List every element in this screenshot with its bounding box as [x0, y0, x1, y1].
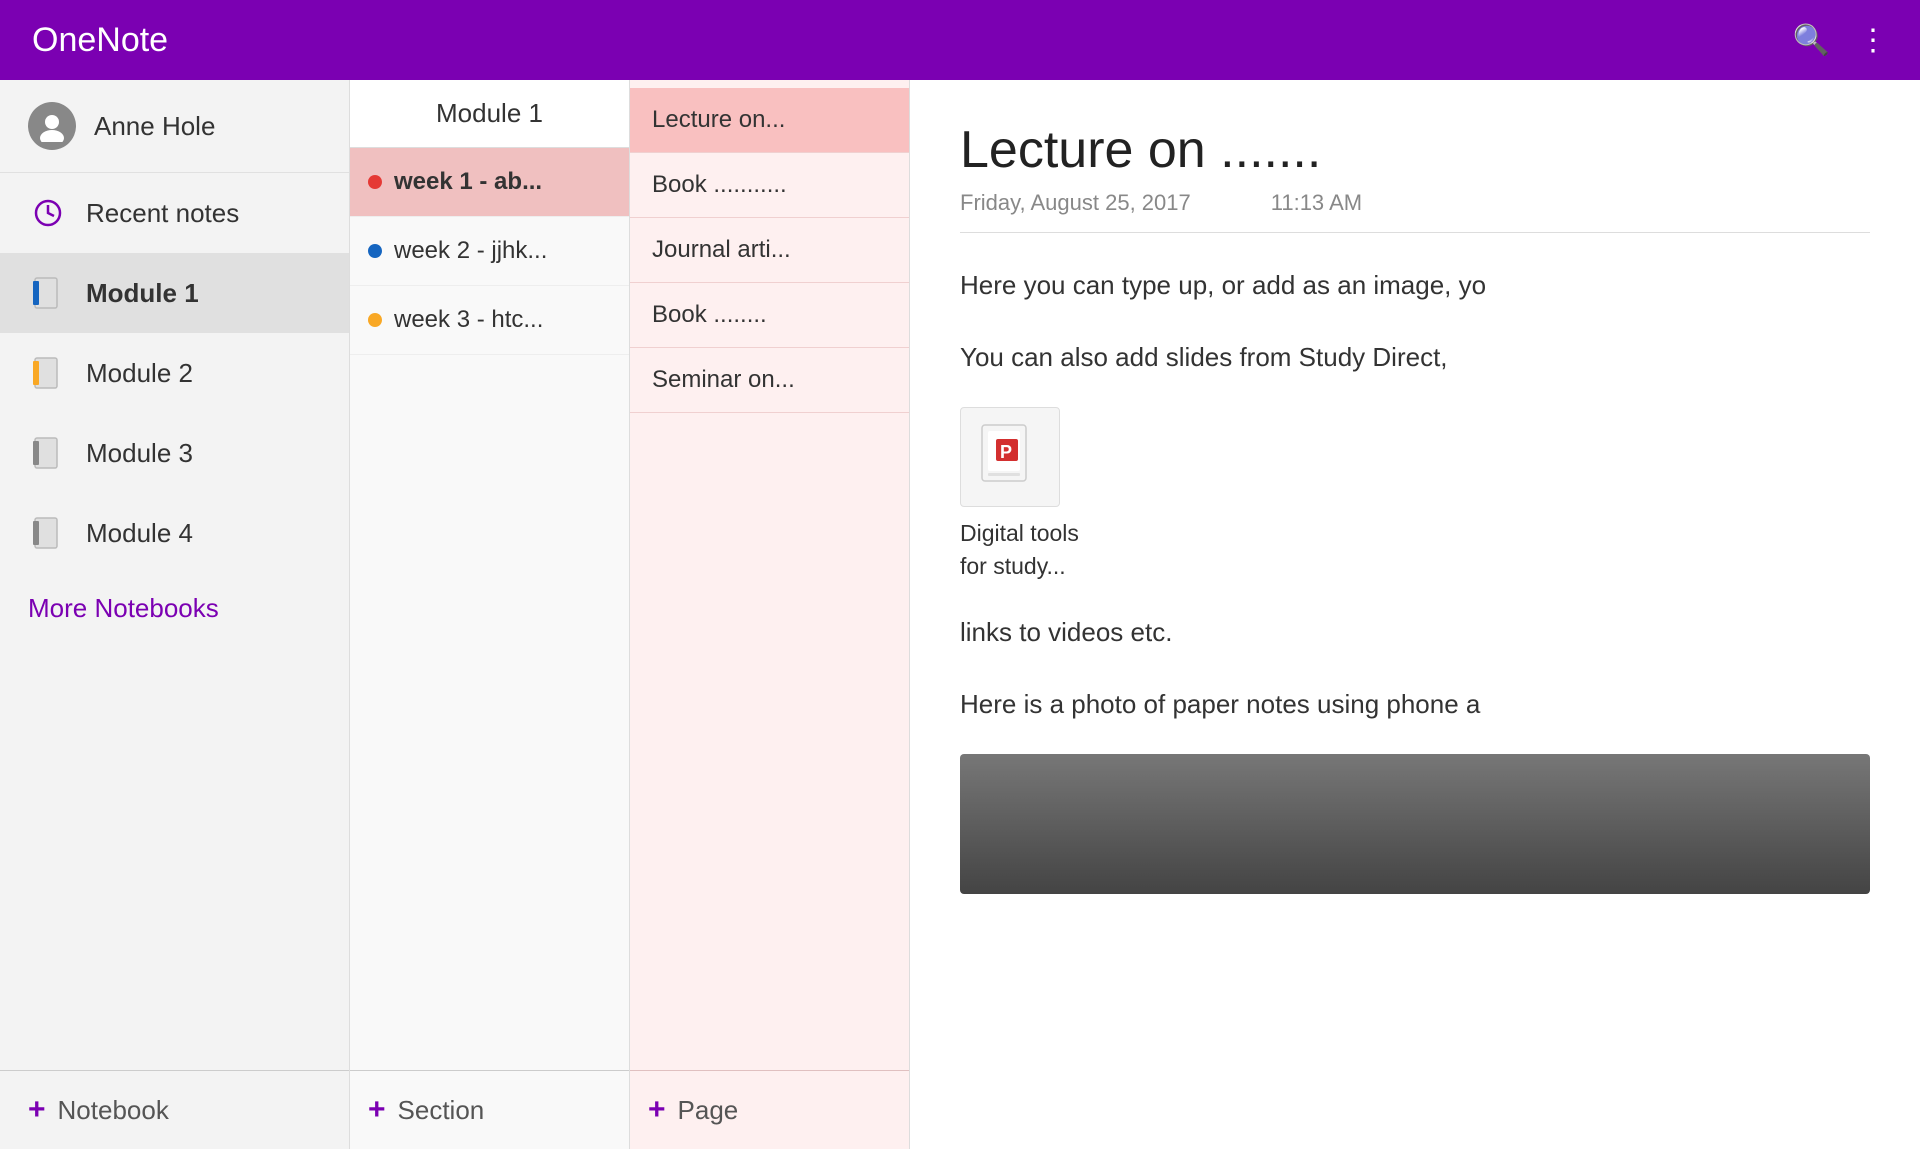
svg-text:P: P: [1000, 442, 1012, 462]
page-label-journal: Journal arti...: [652, 236, 791, 263]
app-title: OneNote: [32, 21, 168, 60]
notebook-icon-module3: [28, 433, 68, 473]
note-meta: Friday, August 25, 2017 11:13 AM: [960, 190, 1870, 233]
page-item-book2[interactable]: Book ........: [630, 283, 909, 348]
sidebar-item-recent-notes[interactable]: Recent notes: [0, 173, 349, 253]
page-item-lecture[interactable]: Lecture on...: [630, 88, 909, 153]
note-paragraph-4: Here is a photo of paper notes using pho…: [960, 682, 1870, 726]
page-label-book1: Book ...........: [652, 171, 787, 198]
top-bar: OneNote 🔍 ⋮: [0, 0, 1920, 80]
recent-notes-label: Recent notes: [86, 198, 239, 229]
user-name: Anne Hole: [94, 111, 215, 142]
note-photo: [960, 754, 1870, 894]
pages-list: Lecture on... Book ........... Journal a…: [630, 80, 909, 1070]
page-item-journal[interactable]: Journal arti...: [630, 218, 909, 283]
search-icon[interactable]: 🔍: [1793, 23, 1830, 58]
section-item-week3[interactable]: week 3 - htc...: [350, 286, 629, 355]
sidebar-content: Anne Hole Recent notes: [0, 80, 349, 1070]
add-notebook-button[interactable]: + Notebook: [0, 1070, 349, 1149]
add-plus-icon: +: [28, 1093, 46, 1127]
section-color-week3: [368, 313, 382, 327]
section-color-week2: [368, 244, 382, 258]
note-paragraph-1: Here you can type up, or add as an image…: [960, 263, 1870, 307]
sections-header: Module 1: [350, 80, 629, 148]
avatar: [28, 102, 76, 150]
add-page-label: Page: [678, 1095, 739, 1126]
topbar-actions: 🔍 ⋮: [1793, 23, 1888, 58]
notebook-icon-module1: [28, 273, 68, 313]
section-label-week3: week 3 - htc...: [394, 306, 543, 334]
note-paragraph-3: links to videos etc.: [960, 610, 1870, 654]
sidebar-label-module4: Module 4: [86, 518, 193, 549]
sections-panel: Module 1 week 1 - ab... week 2 - jjhk...…: [350, 80, 630, 1149]
notebook-icon-module4: [28, 513, 68, 553]
sidebar-label-module1: Module 1: [86, 278, 199, 309]
note-attachment[interactable]: P Digital tools for study...: [960, 407, 1870, 581]
sidebar-label-module2: Module 2: [86, 358, 193, 389]
note-paragraph-2: You can also add slides from Study Direc…: [960, 335, 1870, 379]
note-area: Lecture on ....... Friday, August 25, 20…: [910, 80, 1920, 1149]
clock-icon: [28, 193, 68, 233]
more-notebooks-link[interactable]: More Notebooks: [0, 573, 349, 644]
page-add-plus-icon: +: [648, 1093, 666, 1127]
user-profile[interactable]: Anne Hole: [0, 80, 349, 173]
page-label-book2: Book ........: [652, 301, 767, 328]
notebook-icon-module2: [28, 353, 68, 393]
page-item-book1[interactable]: Book ...........: [630, 153, 909, 218]
add-section-button[interactable]: + Section: [350, 1070, 629, 1149]
more-menu-icon[interactable]: ⋮: [1858, 23, 1888, 58]
sections-list: week 1 - ab... week 2 - jjhk... week 3 -…: [350, 148, 629, 1070]
page-label-lecture: Lecture on...: [652, 106, 785, 133]
note-body[interactable]: Here you can type up, or add as an image…: [960, 263, 1870, 1149]
section-item-week1[interactable]: week 1 - ab...: [350, 148, 629, 217]
sidebar-label-module3: Module 3: [86, 438, 193, 469]
page-label-seminar: Seminar on...: [652, 366, 795, 393]
sidebar-item-module2[interactable]: Module 2: [0, 333, 349, 413]
note-date: Friday, August 25, 2017: [960, 190, 1191, 216]
sidebar-item-module4[interactable]: Module 4: [0, 493, 349, 573]
section-add-plus-icon: +: [368, 1093, 386, 1127]
pages-panel: Lecture on... Book ........... Journal a…: [630, 80, 910, 1149]
page-item-seminar[interactable]: Seminar on...: [630, 348, 909, 413]
sidebar-item-module1[interactable]: Module 1: [0, 253, 349, 333]
note-title: Lecture on .......: [960, 120, 1870, 180]
section-label-week1: week 1 - ab...: [394, 168, 542, 196]
add-section-label: Section: [398, 1095, 485, 1126]
sidebar: Anne Hole Recent notes: [0, 80, 350, 1149]
add-page-button[interactable]: + Page: [630, 1070, 909, 1149]
main-content: Anne Hole Recent notes: [0, 80, 1920, 1149]
note-time: 11:13 AM: [1271, 190, 1362, 216]
section-color-week1: [368, 175, 382, 189]
section-label-week2: week 2 - jjhk...: [394, 237, 547, 265]
section-item-week2[interactable]: week 2 - jjhk...: [350, 217, 629, 286]
attachment-icon: P: [960, 407, 1060, 507]
add-notebook-label: Notebook: [58, 1095, 169, 1126]
sidebar-item-module3[interactable]: Module 3: [0, 413, 349, 493]
attachment-label: Digital tools for study...: [960, 517, 1079, 581]
